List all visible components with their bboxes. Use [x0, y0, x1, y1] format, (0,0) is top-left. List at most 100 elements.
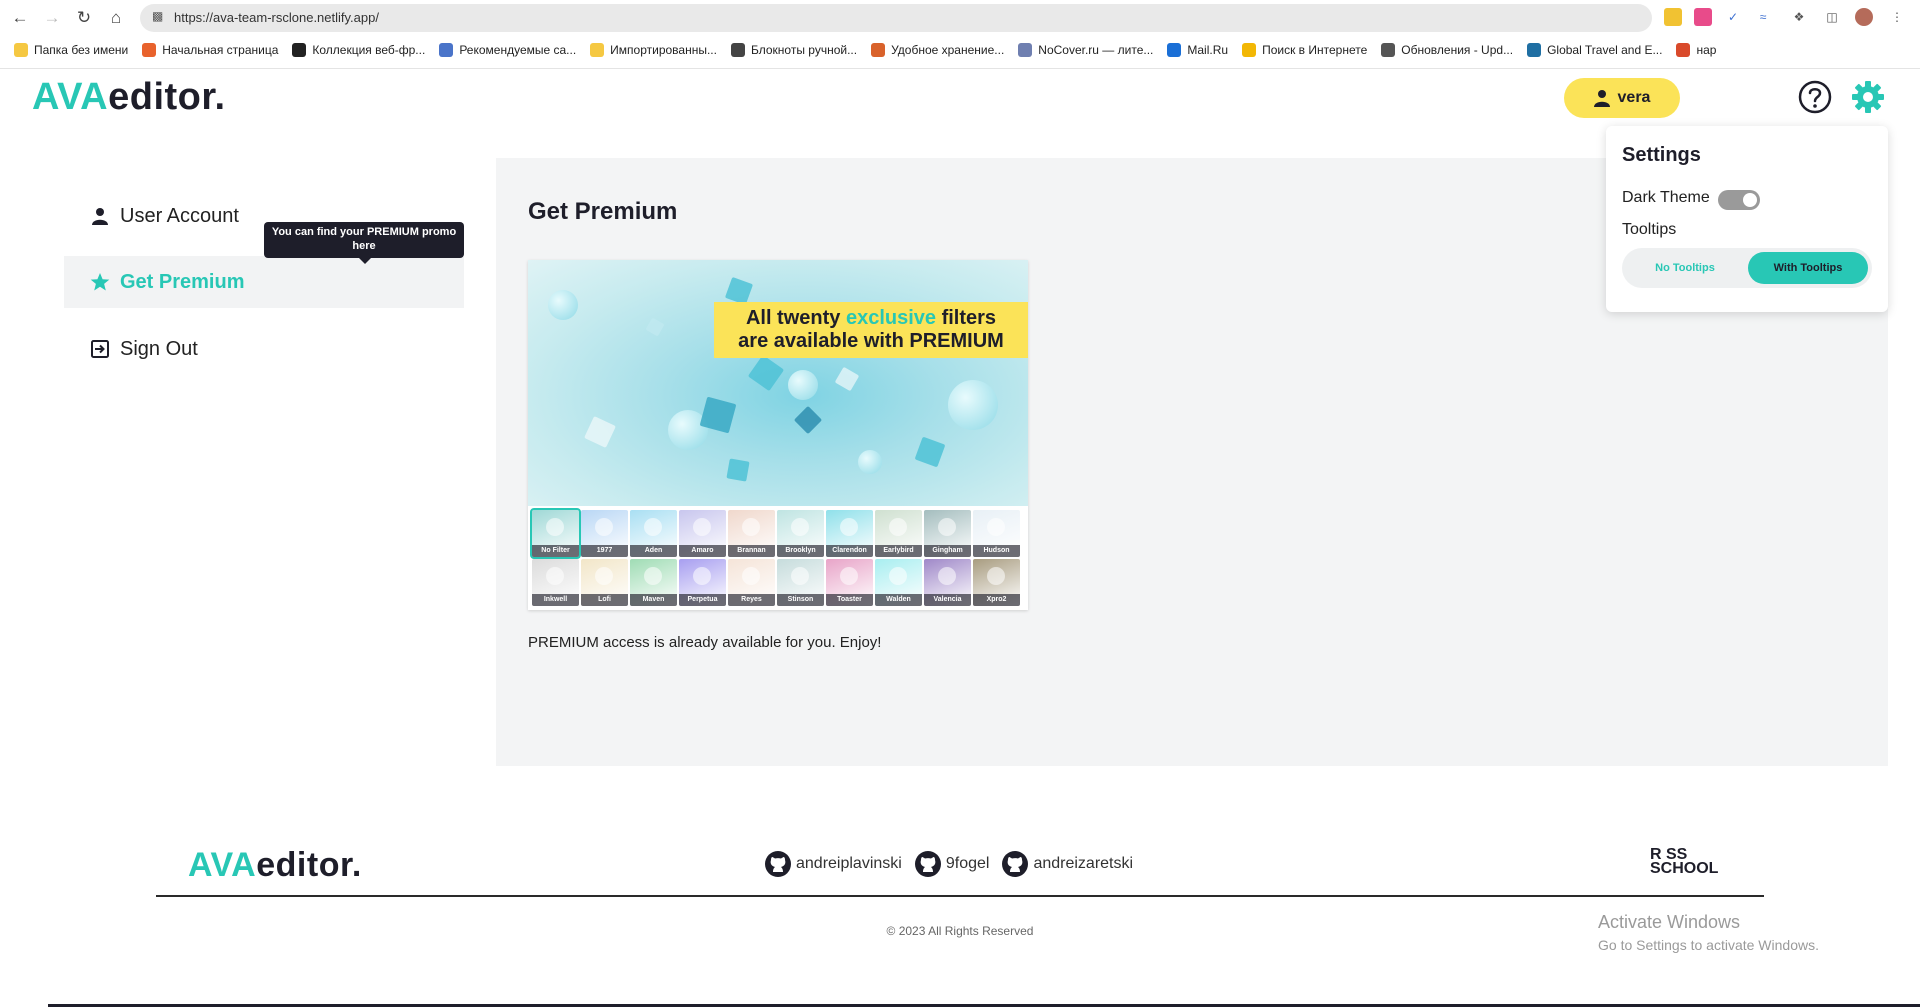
url-text[interactable]: https://ava-team-rsclone.netlify.app/	[174, 10, 379, 25]
rs-school-logo[interactable]: R SS SCHOOL	[1650, 847, 1730, 880]
forward-icon[interactable]: →	[40, 6, 64, 30]
decor	[858, 450, 882, 474]
github-icon	[1002, 851, 1029, 877]
bookmark-item[interactable]: Блокноты ручной...	[730, 43, 857, 57]
filter-name: Perpetua	[679, 594, 726, 606]
filter-name: No Filter	[532, 545, 579, 557]
filter-thumbnails: No Filter 1977 Aden Amaro Brannan Brooklyn Cla…	[530, 508, 1024, 606]
premium-tooltip: You can find your PREMIUM promo here	[264, 222, 464, 264]
thumbnail-image	[546, 518, 564, 536]
thumbnail-image	[546, 567, 564, 585]
bookmark-item[interactable]: Поиск в Интернете	[1242, 43, 1367, 57]
decor	[726, 458, 750, 482]
bookmark-item[interactable]: Рекомендуемые са...	[439, 43, 576, 57]
settings-popover: Settings Dark Theme Tooltips No Tooltips…	[1606, 126, 1888, 312]
thumbnail-image	[742, 518, 760, 536]
divider	[0, 68, 1920, 69]
sidebar-item-label: Sign Out	[120, 337, 198, 360]
extension-icon[interactable]: ≈	[1754, 8, 1772, 26]
address-bar[interactable]: ▩ https://ava-team-rsclone.netlify.app/	[140, 4, 1652, 32]
bookmark-item[interactable]: NoCover.ru — лите...	[1018, 43, 1153, 57]
thumbnail-image	[595, 518, 613, 536]
browser-toolbar: ← → ↻ ⌂ ▩ https://ava-team-rsclone.netli…	[0, 0, 1920, 36]
dark-theme-toggle[interactable]	[1718, 190, 1760, 210]
settings-title: Settings	[1622, 144, 1701, 166]
bookmark-icon	[142, 43, 157, 57]
thumbnail-image	[840, 518, 858, 536]
decor	[747, 354, 785, 392]
with-tooltips-button[interactable]: With Tooltips	[1748, 252, 1868, 284]
promo-hero-image: All twenty exclusive filters are availab…	[528, 260, 1028, 506]
decor	[645, 317, 665, 337]
github-link[interactable]: 9fogel	[914, 850, 989, 878]
reload-icon[interactable]: ↻	[72, 6, 96, 30]
bookmark-item[interactable]: нар	[1676, 43, 1716, 57]
extension-icon[interactable]: ✓	[1724, 8, 1742, 26]
decor	[834, 366, 860, 392]
bookmark-icon	[730, 43, 745, 57]
sidebar-item-label: Get Premium	[120, 270, 245, 293]
thumbnail-image	[987, 567, 1005, 585]
github-icon	[765, 851, 791, 877]
menu-dots-icon[interactable]: ⋮	[1888, 8, 1906, 26]
filter-name: Aden	[630, 545, 677, 557]
tooltips-label: Tooltips	[1622, 221, 1677, 238]
filter-thumbnail: Stinson	[777, 559, 824, 606]
extension-icon[interactable]	[1694, 8, 1712, 26]
app-logo[interactable]: AVAeditor.	[32, 76, 226, 119]
bookmark-item[interactable]: Global Travel and E...	[1527, 43, 1662, 57]
bookmark-item[interactable]: Mail.Ru	[1167, 43, 1228, 57]
filter-name: Valencia	[924, 594, 971, 606]
sidepanel-icon[interactable]: ◫	[1823, 8, 1841, 26]
extension-icon[interactable]	[1664, 8, 1682, 26]
github-link[interactable]: andreiplavinski	[764, 850, 902, 878]
bookmark-item[interactable]: Начальная страница	[142, 43, 278, 57]
footer-logo[interactable]: AVAeditor.	[188, 846, 362, 885]
thumbnail-image	[791, 567, 809, 585]
decor	[724, 276, 754, 306]
bookmark-icon	[1381, 43, 1396, 57]
no-tooltips-button[interactable]: No Tooltips	[1626, 252, 1744, 284]
help-icon[interactable]	[1798, 80, 1832, 114]
page-title: Get Premium	[528, 198, 678, 225]
sidebar-item-label: User Account	[120, 204, 239, 227]
github-link[interactable]: andreizaretski	[1001, 850, 1133, 878]
thumbnail-image	[693, 518, 711, 536]
filter-thumbnail: 1977	[581, 510, 628, 557]
premium-promo-image: All twenty exclusive filters are availab…	[528, 260, 1028, 610]
dark-theme-label: Dark Theme	[1622, 189, 1710, 206]
decor	[914, 436, 946, 468]
filter-thumbnail: Perpetua	[679, 559, 726, 606]
bookmark-icon	[1676, 43, 1691, 57]
bookmark-item[interactable]: Коллекция веб-фр...	[292, 43, 425, 57]
sidebar-item-sign-out[interactable]: Sign Out	[64, 323, 464, 375]
home-icon[interactable]: ⌂	[104, 6, 128, 30]
filter-name: Walden	[875, 594, 922, 606]
decor	[948, 380, 998, 430]
gear-icon[interactable]	[1851, 80, 1885, 114]
thumbnail-image	[742, 567, 760, 585]
profile-avatar[interactable]	[1855, 8, 1873, 26]
filter-thumbnail: Earlybird	[875, 510, 922, 557]
puzzle-icon[interactable]: ❖	[1790, 8, 1808, 26]
thumbnail-image	[791, 518, 809, 536]
bookmark-icon	[1242, 43, 1257, 57]
thumbnail-image	[644, 518, 662, 536]
thumbnail-image	[595, 567, 613, 585]
filter-thumbnail: Inkwell	[532, 559, 579, 606]
filter-thumbnail: Reyes	[728, 559, 775, 606]
sidebar-item-get-premium[interactable]: Get Premium	[64, 256, 464, 308]
filter-thumbnail: Clarendon	[826, 510, 873, 557]
bookmark-icon	[292, 43, 307, 57]
bookmark-item[interactable]: Импортированны...	[590, 43, 717, 57]
back-icon[interactable]: ←	[8, 6, 32, 30]
bookmark-item[interactable]: Удобное хранение...	[871, 43, 1004, 57]
filter-name: Inkwell	[532, 594, 579, 606]
bookmark-item[interactable]: Обновления - Upd...	[1381, 43, 1513, 57]
bookmark-icon	[871, 43, 886, 57]
bookmark-item[interactable]: Папка без имени	[14, 43, 128, 57]
thumbnail-image	[693, 567, 711, 585]
thumbnail-image	[889, 518, 907, 536]
site-info-icon[interactable]: ▩	[152, 9, 163, 23]
user-button[interactable]: vera	[1564, 78, 1680, 118]
